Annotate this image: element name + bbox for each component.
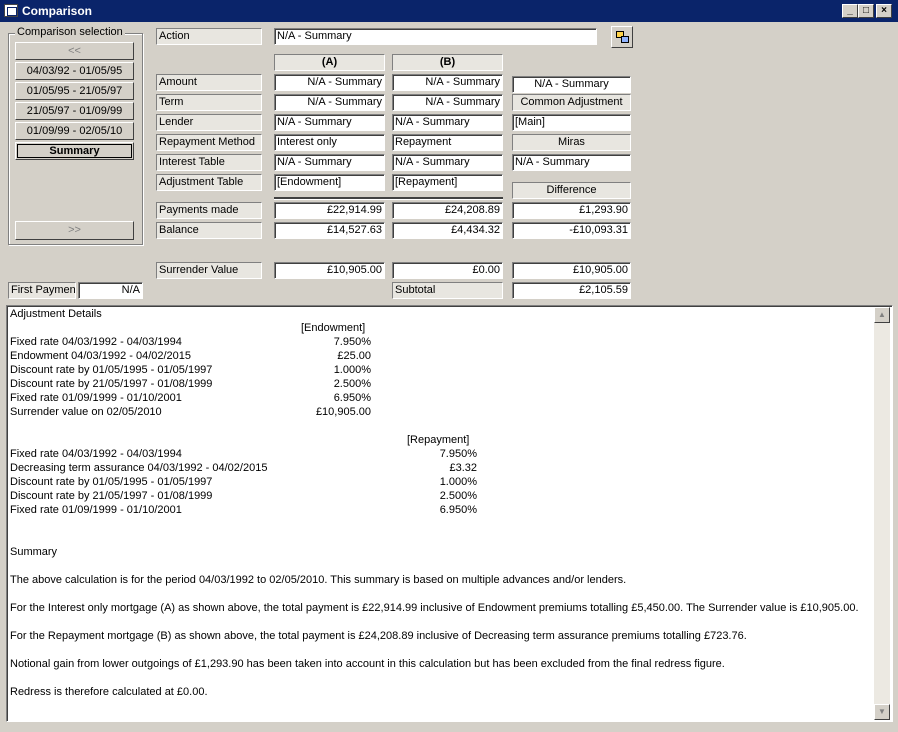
interest-table-b-field[interactable]: N/A - Summary (392, 154, 503, 171)
amount-b-field[interactable]: N/A - Summary (392, 74, 503, 91)
term-b-field[interactable]: N/A - Summary (392, 94, 503, 111)
term-a-field[interactable]: N/A - Summary (274, 94, 385, 111)
amount-common-field[interactable]: N/A - Summary (512, 76, 631, 93)
common-adjustment-label: Common Adjustment (512, 94, 631, 111)
adjustment-table-a-field[interactable]: [Endowment] (274, 174, 385, 191)
minimize-button[interactable]: _ (842, 4, 858, 18)
next-page-button[interactable]: >> (15, 221, 134, 240)
miras-field[interactable]: N/A - Summary (512, 154, 631, 171)
repayment-method-label: Repayment Method (156, 134, 262, 151)
period-button-3[interactable]: 21/05/97 - 01/09/99 (15, 102, 134, 120)
summary-button[interactable]: Summary (15, 142, 134, 160)
summary-paragraph: For the Repayment mortgage (B) as shown … (10, 630, 747, 642)
repayment-item-text: Decreasing term assurance 04/03/1992 - 0… (10, 462, 268, 474)
endowment-item-text: Surrender value on 02/05/2010 (10, 406, 162, 418)
scroll-up-icon[interactable]: ▲ (874, 307, 890, 323)
details-title: Adjustment Details (10, 308, 102, 320)
endowment-header: [Endowment] (301, 322, 366, 334)
payments-made-b-field[interactable]: £24,208.89 (392, 202, 503, 219)
endowment-item-text: Fixed rate 04/03/1992 - 04/03/1994 (10, 336, 182, 348)
interest-table-label: Interest Table (156, 154, 262, 171)
adjustment-table-b-field[interactable]: [Repayment] (392, 174, 503, 191)
miras-label: Miras (512, 134, 631, 151)
surrender-value-b-field[interactable]: £0.00 (392, 262, 503, 279)
payments-made-label: Payments made (156, 202, 262, 219)
action-field[interactable]: N/A - Summary (274, 28, 597, 45)
balance-label: Balance (156, 222, 262, 239)
lender-b-field[interactable]: N/A - Summary (392, 114, 503, 131)
summary-paragraph: Notional gain from lower outgoings of £1… (10, 658, 725, 670)
repayment-item-value: 7.950% (439, 448, 477, 460)
close-button[interactable]: × (876, 4, 892, 18)
period-button-4[interactable]: 01/09/99 - 02/05/10 (15, 122, 134, 140)
repayment-item-value: 6.950% (439, 504, 477, 516)
endowment-item-value: 6.950% (333, 392, 371, 404)
summary-paragraph: Redress is therefore calculated at £0.00… (10, 686, 208, 698)
first-payment-field[interactable]: N/A (78, 282, 143, 299)
scroll-down-icon[interactable]: ▼ (874, 704, 890, 720)
repayment-item-text: Discount rate by 01/05/1995 - 01/05/1997 (10, 476, 213, 488)
summary-paragraph: The above calculation is for the period … (10, 574, 627, 586)
divider (274, 197, 503, 200)
repayment-method-b-field[interactable]: Repayment (392, 134, 503, 151)
period-button-1[interactable]: 04/03/92 - 01/05/95 (15, 62, 134, 80)
difference-label: Difference (512, 182, 631, 199)
swap-button[interactable] (611, 26, 633, 48)
window-title: Comparison (22, 4, 93, 18)
endowment-item-value: 7.950% (333, 336, 371, 348)
amount-a-field[interactable]: N/A - Summary (274, 74, 385, 91)
endowment-item-value: 1.000% (333, 364, 371, 376)
endowment-item-value: 2.500% (333, 378, 371, 390)
common-adjustment-field[interactable]: [Main] (512, 114, 631, 131)
surrender-value-label: Surrender Value (156, 262, 262, 279)
repayment-item-value: 1.000% (439, 476, 477, 488)
surrender-value-difference-field[interactable]: £10,905.00 (512, 262, 631, 279)
endowment-item-text: Discount rate by 21/05/1997 - 01/08/1999 (10, 378, 213, 390)
summary-paragraph: For the Interest only mortgage (A) as sh… (10, 602, 859, 614)
repayment-item-value: 2.500% (439, 490, 477, 502)
lender-label: Lender (156, 114, 262, 131)
term-label: Term (156, 94, 262, 111)
comparison-selection-label: Comparison selection (15, 26, 125, 38)
prev-page-button[interactable]: << (15, 42, 134, 60)
summary-title: Summary (10, 546, 58, 558)
repayment-item-text: Discount rate by 21/05/1997 - 01/08/1999 (10, 490, 213, 502)
repayment-method-a-field[interactable]: Interest only (274, 134, 385, 151)
payments-made-a-field[interactable]: £22,914.99 (274, 202, 385, 219)
column-b-header: (B) (392, 54, 503, 71)
balance-a-field[interactable]: £14,527.63 (274, 222, 385, 239)
window-icon (4, 4, 18, 17)
repayment-item-value: £3.32 (449, 462, 477, 474)
adjustment-details-panel[interactable]: Adjustment Details [Endowment] Fixed rat… (6, 305, 893, 722)
maximize-button[interactable]: □ (858, 4, 874, 18)
first-payment-label: First Payment (8, 282, 76, 299)
period-button-2[interactable]: 01/05/95 - 21/05/97 (15, 82, 134, 100)
endowment-item-text: Fixed rate 01/09/1999 - 01/10/2001 (10, 392, 182, 404)
title-bar: Comparison _ □ × (0, 0, 898, 22)
adjustment-table-label: Adjustment Table (156, 174, 262, 191)
action-label: Action (156, 28, 262, 45)
repayment-item-text: Fixed rate 01/09/1999 - 01/10/2001 (10, 504, 182, 516)
endowment-item-value: £25.00 (337, 350, 371, 362)
repayment-header: [Repayment] (407, 434, 470, 446)
repayment-item-text: Fixed rate 04/03/1992 - 04/03/1994 (10, 448, 182, 460)
payments-made-difference-field[interactable]: £1,293.90 (512, 202, 631, 219)
vertical-scrollbar[interactable]: ▲ ▼ (874, 307, 890, 720)
endowment-item-value: £10,905.00 (315, 406, 371, 418)
column-a-header: (A) (274, 54, 385, 71)
lender-a-field[interactable]: N/A - Summary (274, 114, 385, 131)
amount-label: Amount (156, 74, 262, 91)
subtotal-label: Subtotal (392, 282, 503, 299)
subtotal-field[interactable]: £2,105.59 (512, 282, 631, 299)
endowment-item-text: Discount rate by 01/05/1995 - 01/05/1997 (10, 364, 213, 376)
endowment-item-text: Endowment 04/03/1992 - 04/02/2015 (10, 350, 192, 362)
interest-table-a-field[interactable]: N/A - Summary (274, 154, 385, 171)
balance-b-field[interactable]: £4,434.32 (392, 222, 503, 239)
balance-difference-field[interactable]: -£10,093.31 (512, 222, 631, 239)
surrender-value-a-field[interactable]: £10,905.00 (274, 262, 385, 279)
